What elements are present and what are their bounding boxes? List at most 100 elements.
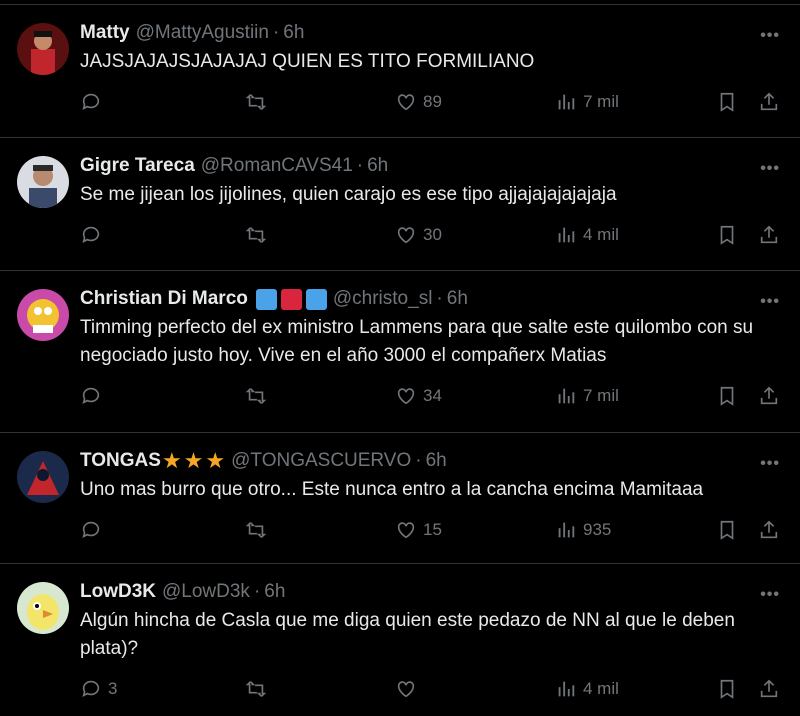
- tweet-header: LowD3K @LowD3k · 6h: [80, 580, 780, 604]
- views-button[interactable]: 4 mil: [555, 678, 710, 700]
- reply-button[interactable]: [80, 224, 245, 246]
- tweet-text: Timming perfecto del ex ministro Lammens…: [80, 317, 754, 366]
- more-icon[interactable]: •••: [760, 160, 780, 178]
- like-icon: [397, 94, 415, 111]
- action-bar: 30 4 mil: [80, 213, 780, 257]
- reply-icon: [82, 387, 100, 404]
- timestamp[interactable]: 6h: [367, 154, 388, 178]
- separator-dot: ·: [356, 155, 364, 176]
- display-name[interactable]: LowD3K: [80, 580, 156, 604]
- reply-button[interactable]: [80, 91, 245, 113]
- timestamp[interactable]: 6h: [447, 287, 468, 311]
- user-handle[interactable]: @christo_sl: [333, 287, 433, 311]
- share-icon[interactable]: [758, 224, 780, 246]
- like-count: 15: [423, 520, 442, 539]
- share-icon[interactable]: [758, 91, 780, 113]
- retweet-button[interactable]: [245, 91, 395, 113]
- views-button[interactable]: 7 mil: [555, 91, 710, 113]
- views-icon: [558, 227, 575, 243]
- action-bar: 3 4 mil: [80, 667, 780, 711]
- reply-button[interactable]: [80, 519, 245, 541]
- like-count: 30: [423, 225, 442, 244]
- bookmark-icon[interactable]: [716, 224, 738, 246]
- reply-count: 3: [108, 679, 118, 698]
- avatar[interactable]: [17, 289, 69, 341]
- timestamp[interactable]: 6h: [426, 449, 447, 473]
- display-name[interactable]: Matty: [80, 21, 130, 45]
- tweet-4[interactable]: TONGAS ★ ★ ★ @TONGASCUERVO · 6h ••• Uno …: [0, 433, 800, 564]
- retweet-icon: [245, 227, 267, 243]
- retweet-button[interactable]: [245, 519, 395, 541]
- views-icon: [558, 681, 575, 697]
- reply-button[interactable]: [80, 385, 245, 407]
- like-icon: [397, 681, 415, 698]
- bookmark-icon[interactable]: [716, 91, 738, 113]
- share-icon[interactable]: [758, 519, 780, 541]
- action-bar: 15 935: [80, 508, 780, 552]
- views-button[interactable]: 4 mil: [555, 224, 710, 246]
- bookmark-share-group: [716, 385, 780, 407]
- like-button[interactable]: 34: [395, 385, 555, 407]
- view-count: 4 mil: [583, 679, 619, 698]
- retweet-button[interactable]: [245, 385, 395, 407]
- retweet-button[interactable]: [245, 224, 395, 246]
- retweet-icon: [245, 681, 267, 697]
- reply-icon: [82, 226, 100, 243]
- user-handle[interactable]: @TONGASCUERVO: [231, 449, 411, 473]
- display-name[interactable]: TONGAS: [80, 449, 161, 473]
- display-name[interactable]: Gigre Tareca: [80, 154, 195, 178]
- avatar[interactable]: [17, 582, 69, 634]
- share-icon[interactable]: [758, 385, 780, 407]
- like-button[interactable]: [395, 678, 555, 700]
- bookmark-icon[interactable]: [716, 385, 738, 407]
- display-name[interactable]: Christian Di Marco: [80, 287, 248, 311]
- more-icon[interactable]: •••: [760, 293, 780, 311]
- avatar[interactable]: [17, 23, 69, 75]
- tweet-text: JAJSJAJAJSJAJAJAJ QUIEN ES TITO FORMILIA…: [80, 51, 535, 72]
- like-button[interactable]: 89: [395, 91, 555, 113]
- more-icon[interactable]: •••: [760, 27, 780, 45]
- more-icon[interactable]: •••: [760, 586, 780, 604]
- views-button[interactable]: 935: [555, 519, 710, 541]
- like-button[interactable]: 30: [395, 224, 555, 246]
- bookmark-icon[interactable]: [716, 678, 738, 700]
- tweet-text: Uno mas burro que otro... Este nunca ent…: [80, 479, 704, 500]
- timestamp[interactable]: 6h: [264, 580, 285, 604]
- tweet-3[interactable]: Christian Di Marco @christo_sl · 6h ••• …: [0, 271, 800, 433]
- tweet-2[interactable]: Gigre Tareca @RomanCAVS41 · 6h ••• Se me…: [0, 138, 800, 271]
- like-button[interactable]: 15: [395, 519, 555, 541]
- tweet-5[interactable]: LowD3K @LowD3k · 6h ••• Algún hincha de …: [0, 564, 800, 714]
- avatar[interactable]: [17, 156, 69, 208]
- share-icon[interactable]: [758, 678, 780, 700]
- tweet-header: Gigre Tareca @RomanCAVS41 · 6h: [80, 154, 780, 178]
- flag-blue: [255, 288, 277, 310]
- like-icon: [397, 227, 415, 244]
- separator-dot: ·: [272, 22, 280, 43]
- view-count: 7 mil: [583, 92, 619, 111]
- tweet-header: TONGAS ★ ★ ★ @TONGASCUERVO · 6h: [80, 449, 780, 473]
- retweet-button[interactable]: [245, 678, 395, 700]
- tweet-1[interactable]: Matty @MattyAgustiin · 6h ••• JAJSJAJAJS…: [0, 5, 800, 138]
- bookmark-icon[interactable]: [716, 519, 738, 541]
- user-handle[interactable]: @LowD3k: [162, 580, 250, 604]
- view-count: 935: [583, 520, 612, 539]
- bookmark-share-group: [716, 91, 780, 113]
- star-icon: ★: [183, 448, 204, 473]
- like-count: 34: [423, 386, 442, 405]
- bookmark-share-group: [716, 519, 780, 541]
- separator-dot: ·: [436, 288, 443, 309]
- more-icon[interactable]: •••: [760, 455, 780, 473]
- view-count: 7 mil: [583, 386, 619, 405]
- bookmark-share-group: [716, 678, 780, 700]
- timestamp[interactable]: 6h: [283, 21, 304, 45]
- retweet-icon: [245, 522, 267, 538]
- reply-button[interactable]: 3: [80, 678, 245, 700]
- views-icon: [558, 388, 575, 404]
- action-bar: 89 7 mil: [80, 80, 780, 124]
- user-handle[interactable]: @RomanCAVS41: [201, 154, 353, 178]
- user-handle[interactable]: @MattyAgustiin: [136, 21, 269, 45]
- star-icon: ★: [161, 448, 182, 473]
- avatar[interactable]: [17, 451, 69, 503]
- retweet-icon: [245, 94, 267, 110]
- views-button[interactable]: 7 mil: [555, 385, 710, 407]
